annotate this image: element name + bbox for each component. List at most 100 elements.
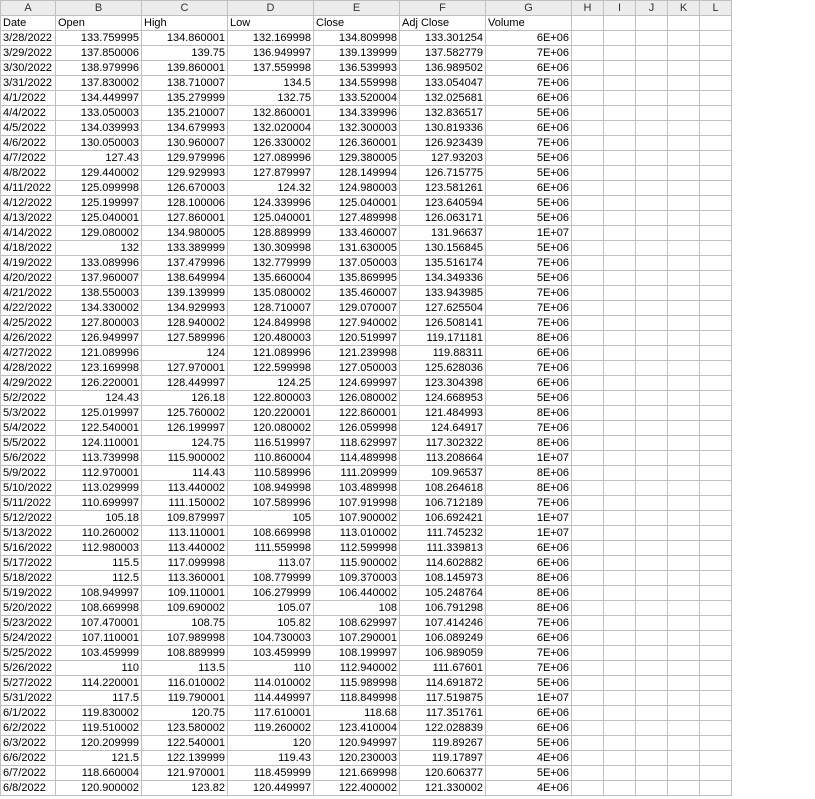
cell-vol[interactable]: 8E+06 (486, 436, 572, 451)
cell-vol[interactable]: 4E+06 (486, 751, 572, 766)
empty-cell[interactable] (700, 466, 732, 481)
cell-close[interactable]: 107.919998 (314, 496, 400, 511)
cell-vol[interactable]: 7E+06 (486, 361, 572, 376)
cell-date[interactable]: 5/25/2022 (1, 646, 56, 661)
empty-cell[interactable] (604, 781, 636, 796)
cell-adj[interactable]: 135.516174 (400, 256, 486, 271)
column-header-b[interactable]: B (56, 1, 142, 16)
cell-close[interactable]: 133.460007 (314, 226, 400, 241)
header-cell[interactable]: Adj Close (400, 16, 486, 31)
cell-date[interactable]: 6/6/2022 (1, 751, 56, 766)
cell-vol[interactable]: 7E+06 (486, 616, 572, 631)
cell-low[interactable]: 110.589996 (228, 466, 314, 481)
empty-cell[interactable] (700, 511, 732, 526)
cell-vol[interactable]: 8E+06 (486, 406, 572, 421)
cell-close[interactable]: 127.050003 (314, 361, 400, 376)
cell-date[interactable]: 3/29/2022 (1, 46, 56, 61)
cell-high[interactable]: 124.75 (142, 436, 228, 451)
empty-cell[interactable] (636, 646, 668, 661)
cell-low[interactable]: 119.43 (228, 751, 314, 766)
empty-cell[interactable] (572, 541, 604, 556)
column-header-d[interactable]: D (228, 1, 314, 16)
cell-high[interactable]: 107.989998 (142, 631, 228, 646)
cell-date[interactable]: 4/1/2022 (1, 91, 56, 106)
empty-cell[interactable] (668, 406, 700, 421)
cell-high[interactable]: 116.010002 (142, 676, 228, 691)
empty-cell[interactable] (604, 586, 636, 601)
cell-close[interactable]: 118.849998 (314, 691, 400, 706)
cell-low[interactable]: 128.889999 (228, 226, 314, 241)
cell-high[interactable]: 139.75 (142, 46, 228, 61)
cell-date[interactable]: 5/11/2022 (1, 496, 56, 511)
empty-cell[interactable] (700, 211, 732, 226)
empty-cell[interactable] (572, 421, 604, 436)
empty-cell[interactable] (668, 466, 700, 481)
cell-date[interactable]: 3/31/2022 (1, 76, 56, 91)
header-cell[interactable]: Date (1, 16, 56, 31)
cell-date[interactable]: 4/21/2022 (1, 286, 56, 301)
cell-date[interactable]: 4/11/2022 (1, 181, 56, 196)
cell-high[interactable]: 128.449997 (142, 376, 228, 391)
cell-vol[interactable]: 6E+06 (486, 721, 572, 736)
cell-open[interactable]: 110.699997 (56, 496, 142, 511)
cell-adj[interactable]: 107.414246 (400, 616, 486, 631)
column-header-j[interactable]: J (636, 1, 668, 16)
cell-close[interactable]: 125.040001 (314, 196, 400, 211)
cell-close[interactable]: 123.410004 (314, 721, 400, 736)
cell-adj[interactable]: 117.302322 (400, 436, 486, 451)
cell-high[interactable]: 134.860001 (142, 31, 228, 46)
cell-low[interactable]: 103.459999 (228, 646, 314, 661)
empty-cell[interactable] (604, 226, 636, 241)
cell-low[interactable]: 105 (228, 511, 314, 526)
empty-cell[interactable] (636, 76, 668, 91)
empty-cell[interactable] (636, 571, 668, 586)
cell-low[interactable]: 110 (228, 661, 314, 676)
empty-cell[interactable] (636, 511, 668, 526)
cell-adj[interactable]: 119.171181 (400, 331, 486, 346)
cell-date[interactable]: 4/6/2022 (1, 136, 56, 151)
cell-high[interactable]: 117.099998 (142, 556, 228, 571)
cell-low[interactable]: 132.860001 (228, 106, 314, 121)
cell-adj[interactable]: 133.301254 (400, 31, 486, 46)
empty-cell[interactable] (604, 136, 636, 151)
empty-cell[interactable] (700, 61, 732, 76)
cell-vol[interactable]: 1E+07 (486, 691, 572, 706)
empty-cell[interactable] (636, 451, 668, 466)
empty-cell[interactable] (604, 676, 636, 691)
empty-cell[interactable] (700, 766, 732, 781)
empty-cell[interactable] (572, 781, 604, 796)
empty-cell[interactable] (604, 631, 636, 646)
empty-cell[interactable] (700, 136, 732, 151)
cell-vol[interactable]: 7E+06 (486, 646, 572, 661)
empty-cell[interactable] (700, 346, 732, 361)
header-cell[interactable] (572, 16, 604, 31)
cell-adj[interactable]: 106.791298 (400, 601, 486, 616)
empty-cell[interactable] (572, 271, 604, 286)
cell-date[interactable]: 5/24/2022 (1, 631, 56, 646)
cell-adj[interactable]: 130.819336 (400, 121, 486, 136)
empty-cell[interactable] (668, 631, 700, 646)
cell-date[interactable]: 4/4/2022 (1, 106, 56, 121)
empty-cell[interactable] (700, 106, 732, 121)
empty-cell[interactable] (604, 256, 636, 271)
cell-close[interactable]: 114.489998 (314, 451, 400, 466)
cell-close[interactable]: 124.699997 (314, 376, 400, 391)
empty-cell[interactable] (700, 751, 732, 766)
cell-open[interactable]: 120.900002 (56, 781, 142, 796)
cell-low[interactable]: 127.089996 (228, 151, 314, 166)
cell-open[interactable]: 113.739998 (56, 451, 142, 466)
empty-cell[interactable] (604, 661, 636, 676)
empty-cell[interactable] (700, 331, 732, 346)
cell-high[interactable]: 126.18 (142, 391, 228, 406)
empty-cell[interactable] (636, 421, 668, 436)
empty-cell[interactable] (604, 691, 636, 706)
cell-high[interactable]: 128.940002 (142, 316, 228, 331)
empty-cell[interactable] (668, 31, 700, 46)
empty-cell[interactable] (700, 541, 732, 556)
empty-cell[interactable] (604, 736, 636, 751)
cell-adj[interactable]: 106.692421 (400, 511, 486, 526)
empty-cell[interactable] (572, 481, 604, 496)
cell-high[interactable]: 108.75 (142, 616, 228, 631)
empty-cell[interactable] (572, 556, 604, 571)
cell-adj[interactable]: 113.208664 (400, 451, 486, 466)
